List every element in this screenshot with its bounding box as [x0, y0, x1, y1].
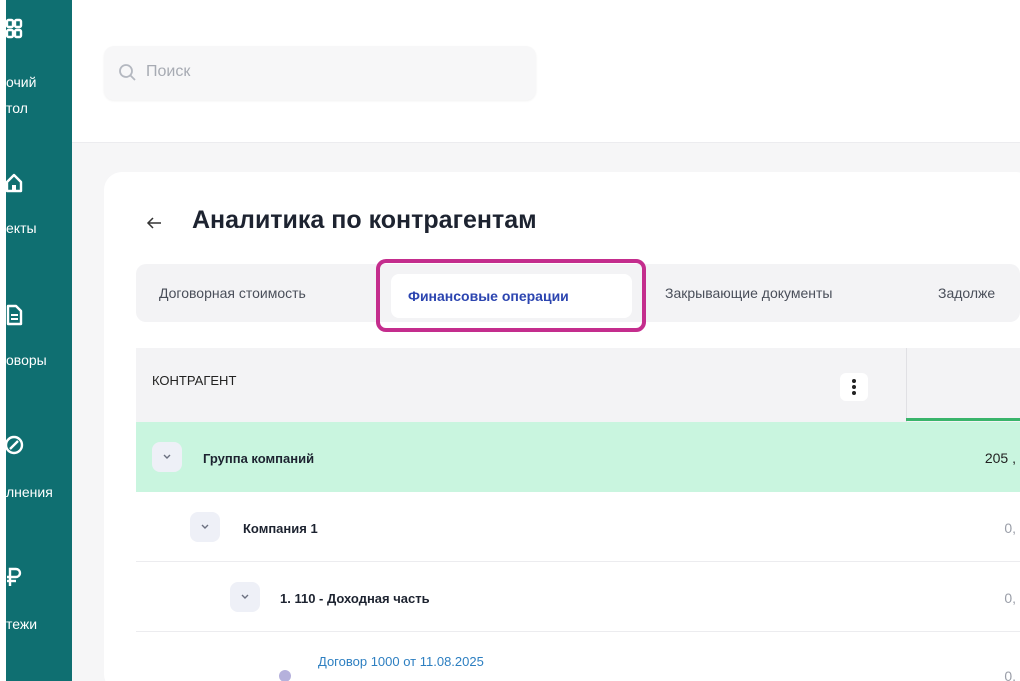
row-value: 0, [1004, 668, 1016, 681]
table-row[interactable]: Группа компаний 205 , [136, 422, 1020, 492]
sidebar-item-desktop[interactable]: очий тол [0, 18, 72, 128]
tab-contract-value[interactable]: Договорная стоимость [159, 264, 306, 322]
document-icon [6, 304, 23, 326]
home-icon [5, 173, 23, 193]
chevron-down-icon [241, 594, 249, 599]
table-row[interactable]: Договор 1000 от 11.08.2025 0, [136, 632, 1020, 681]
sidebar-item-label: очий [6, 74, 37, 90]
expand-toggle[interactable] [190, 512, 220, 542]
table-header [136, 348, 1020, 422]
sidebar-item-label: лнения [6, 484, 53, 500]
expand-toggle[interactable] [230, 582, 260, 612]
chevron-down-icon [201, 524, 209, 529]
search-icon [119, 64, 136, 81]
sidebar-item-label: тол [6, 100, 28, 116]
contract-link[interactable]: Договор 1000 от 11.08.2025 [318, 654, 484, 669]
back-arrow-icon[interactable] [146, 215, 162, 231]
check-circle-icon [4, 435, 24, 455]
status-dot [279, 670, 291, 681]
kebab-dot [852, 385, 856, 389]
kebab-dot [852, 391, 856, 395]
table-row[interactable]: 1. 110 - Доходная часть 0, [136, 562, 1020, 632]
table-row[interactable]: Компания 1 0, [136, 492, 1020, 562]
sidebar-item-label: оворы [6, 352, 47, 368]
column-header-counterparty: КОНТРАГЕНТ [152, 373, 237, 388]
sidebar-item-payments[interactable]: тежи [0, 566, 72, 636]
row-value: 0, [1004, 590, 1016, 606]
sidebar-item-contracts[interactable]: оворы [0, 304, 72, 374]
page-title: Аналитика по контрагентам [192, 206, 537, 234]
sidebar-item-executions[interactable]: лнения [0, 434, 72, 504]
tab-closing-documents[interactable]: Закрывающие документы [665, 264, 833, 322]
header-divider [906, 348, 907, 422]
currency-icon [7, 567, 22, 586]
tab-debts[interactable]: Задолже [938, 264, 995, 322]
app-root: очий тол екты оворы лнения тежи Поиск Ан… [0, 0, 1020, 681]
sidebar-item-projects[interactable]: екты [0, 172, 72, 242]
chevron-down-icon [163, 454, 171, 459]
header-accent-line [906, 418, 1020, 421]
highlight-frame [376, 259, 646, 332]
expand-toggle[interactable] [152, 442, 182, 472]
row-label: 1. 110 - Доходная часть [280, 591, 430, 606]
kebab-dot [852, 379, 856, 383]
sidebar-item-label: екты [6, 220, 37, 236]
sidebar: очий тол екты оворы лнения тежи [0, 0, 72, 681]
row-value: 205 , [984, 450, 1016, 466]
sidebar-item-label: тежи [6, 616, 38, 632]
grid-icon [5, 18, 23, 39]
row-value: 0, [1004, 520, 1016, 536]
row-label: Группа компаний [203, 451, 315, 466]
column-menu-button[interactable] [840, 373, 868, 401]
search-input[interactable]: Поиск [104, 46, 536, 100]
search-placeholder: Поиск [146, 63, 191, 80]
row-label: Компания 1 [243, 521, 318, 536]
